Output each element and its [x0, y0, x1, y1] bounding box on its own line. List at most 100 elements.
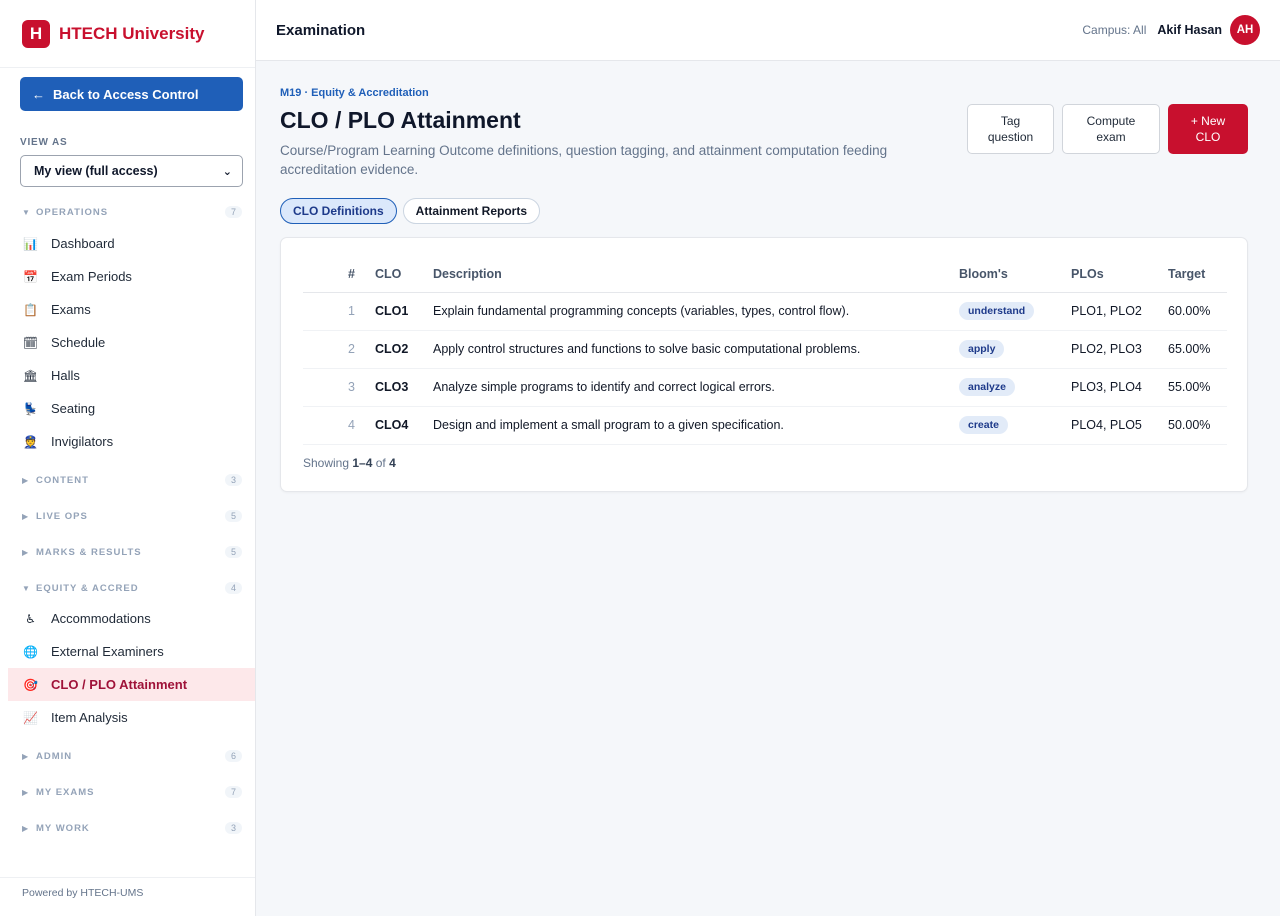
nav-group-content[interactable]: ▶ CONTENT 3: [22, 474, 242, 486]
sidebar-item-dashboard[interactable]: 📊 Dashboard: [8, 227, 255, 260]
sidebar-item-seating[interactable]: 💺 Seating: [8, 392, 255, 425]
module-breadcrumb: M19 · Equity & Accreditation: [280, 87, 429, 99]
sidebar-item-label: Invigilators: [51, 434, 114, 449]
column-header-bloom[interactable]: Bloom's: [959, 256, 1071, 293]
target-cell: 65.00%: [1168, 330, 1227, 369]
sidebar-item-exams[interactable]: 📋 Exams: [8, 293, 255, 326]
user-name[interactable]: Akif Hasan: [1157, 23, 1222, 37]
campus-selector[interactable]: Campus: All: [1082, 23, 1146, 37]
sidebar-item-accommodations[interactable]: ♿ Accommodations: [8, 602, 255, 635]
pagination-summary: Showing 1–4 of 4: [303, 456, 396, 470]
column-header-clo[interactable]: CLO: [375, 256, 433, 293]
group-name: MY WORK: [36, 822, 90, 834]
page-description: Course/Program Learning Outcome definiti…: [280, 143, 888, 177]
sidebar-item-invigilators[interactable]: 👮 Invigilators: [8, 425, 255, 458]
sidebar-item-halls[interactable]: 🏛 Halls: [8, 359, 255, 392]
brand-logo: H: [22, 19, 50, 48]
column-header-description[interactable]: Description: [433, 256, 959, 293]
group-count: 5: [224, 546, 242, 558]
column-header-num[interactable]: #: [303, 256, 375, 293]
bloom-cell: create: [959, 406, 1071, 445]
sidebar-item-label: Item Analysis: [51, 710, 128, 725]
bar-chart-icon: 📊: [23, 236, 38, 251]
plos-cell: PLO1, PLO2: [1071, 292, 1168, 331]
sidebar-item-clo-plo-attainment[interactable]: 🎯 CLO / PLO Attainment: [8, 668, 255, 701]
sidebar-item-label: Dashboard: [51, 236, 115, 251]
nav-group-my-work[interactable]: ▶ MY WORK 3: [22, 822, 242, 834]
building-icon: 🏛: [22, 368, 39, 383]
brand-name: HTECH University: [59, 23, 205, 43]
showing-range: 1–4: [352, 456, 373, 470]
nav-group-equity-accred[interactable]: ▼ EQUITY & ACCRED 4: [22, 582, 242, 594]
avatar[interactable]: AH: [1230, 15, 1260, 45]
officer-icon: 👮: [23, 434, 38, 449]
showing-total: 4: [389, 456, 396, 470]
tab-clo-definitions[interactable]: CLO Definitions: [280, 198, 397, 224]
row-number: 2: [303, 330, 375, 369]
tab-attainment-reports[interactable]: Attainment Reports: [402, 198, 541, 224]
clo-code: CLO2: [375, 330, 433, 369]
plos-cell: PLO2, PLO3: [1071, 330, 1168, 369]
sidebar-item-external-examiners[interactable]: 🌐 External Examiners: [8, 635, 255, 668]
group-count: 7: [224, 786, 242, 798]
nav-group-my-exams[interactable]: ▶ MY EXAMS 7: [22, 786, 242, 798]
nav-group-operations[interactable]: ▼ OPERATIONS 7: [22, 206, 242, 218]
page-actions: Tag question Compute exam + New CLO: [967, 104, 1248, 154]
clipboard-icon: 📋: [23, 302, 38, 317]
caret-down-icon: ▼: [22, 207, 30, 217]
bloom-badge: understand: [959, 302, 1035, 320]
target-cell: 50.00%: [1168, 406, 1227, 445]
compute-exam-button[interactable]: Compute exam: [1062, 104, 1160, 154]
sidebar-item-label: Schedule: [51, 335, 106, 350]
back-button-label: Back to Access Control: [53, 86, 199, 102]
nav-group-admin[interactable]: ▶ ADMIN 6: [22, 750, 242, 762]
row-number: 1: [303, 292, 375, 331]
bloom-badge: analyze: [959, 378, 1015, 396]
caret-right-icon: ▶: [22, 751, 29, 761]
view-as-select[interactable]: My view (full access) ⌄: [20, 155, 243, 187]
arrow-left-icon: ←: [32, 86, 45, 102]
view-as-label: VIEW AS: [20, 137, 68, 148]
seat-icon: 💺: [23, 401, 38, 416]
caret-right-icon: ▶: [22, 511, 29, 521]
clo-code: CLO4: [375, 406, 433, 445]
column-header-target[interactable]: Target: [1168, 256, 1227, 293]
bloom-cell: analyze: [959, 368, 1071, 407]
group-name: EQUITY & ACCRED: [36, 582, 139, 594]
column-header-plos[interactable]: PLOs: [1071, 256, 1168, 293]
sidebar: H HTECH University ← Back to Access Cont…: [0, 0, 256, 916]
nav-group-marks-results[interactable]: ▶ MARKS & RESULTS 5: [22, 546, 242, 558]
group-name: OPERATIONS: [36, 206, 109, 218]
target-icon: 🎯: [23, 677, 38, 692]
tag-question-button[interactable]: Tag question: [967, 104, 1054, 154]
back-to-access-control-button[interactable]: ← Back to Access Control: [20, 77, 243, 111]
group-count: 3: [224, 474, 242, 486]
clo-description: Design and implement a small program to …: [433, 406, 959, 445]
brand[interactable]: H HTECH University: [0, 0, 255, 68]
sidebar-item-label: External Examiners: [51, 644, 164, 659]
sidebar-item-item-analysis[interactable]: 📈 Item Analysis: [8, 701, 255, 734]
bloom-badge: create: [959, 416, 1008, 434]
sidebar-item-label: Halls: [51, 368, 80, 383]
table-row[interactable]: 3 CLO3 Analyze simple programs to identi…: [303, 368, 1227, 407]
bloom-badge: apply: [959, 340, 1005, 358]
line-chart-icon: 📈: [23, 710, 38, 725]
table-row[interactable]: 4 CLO4 Design and implement a small prog…: [303, 406, 1227, 445]
tabs: CLO Definitions Attainment Reports: [280, 198, 541, 224]
showing-of: of: [372, 456, 390, 470]
sidebar-item-label: CLO / PLO Attainment: [51, 677, 188, 692]
table-row[interactable]: 2 CLO2 Apply control structures and func…: [303, 330, 1227, 369]
group-name: CONTENT: [36, 474, 89, 486]
nav-group-live-ops[interactable]: ▶ LIVE OPS 5: [22, 510, 242, 522]
group-count: 7: [224, 206, 242, 218]
sidebar-item-label: Seating: [51, 401, 96, 416]
group-name: ADMIN: [36, 750, 73, 762]
group-count: 4: [224, 582, 242, 594]
bloom-cell: understand: [959, 292, 1071, 331]
group-name: LIVE OPS: [36, 510, 88, 522]
globe-icon: 🌐: [23, 644, 38, 659]
sidebar-item-schedule[interactable]: 🗓 Schedule: [8, 326, 255, 359]
table-row[interactable]: 1 CLO1 Explain fundamental programming c…: [303, 292, 1227, 331]
new-clo-button[interactable]: + New CLO: [1168, 104, 1248, 154]
sidebar-item-exam-periods[interactable]: 📅 Exam Periods: [8, 260, 255, 293]
